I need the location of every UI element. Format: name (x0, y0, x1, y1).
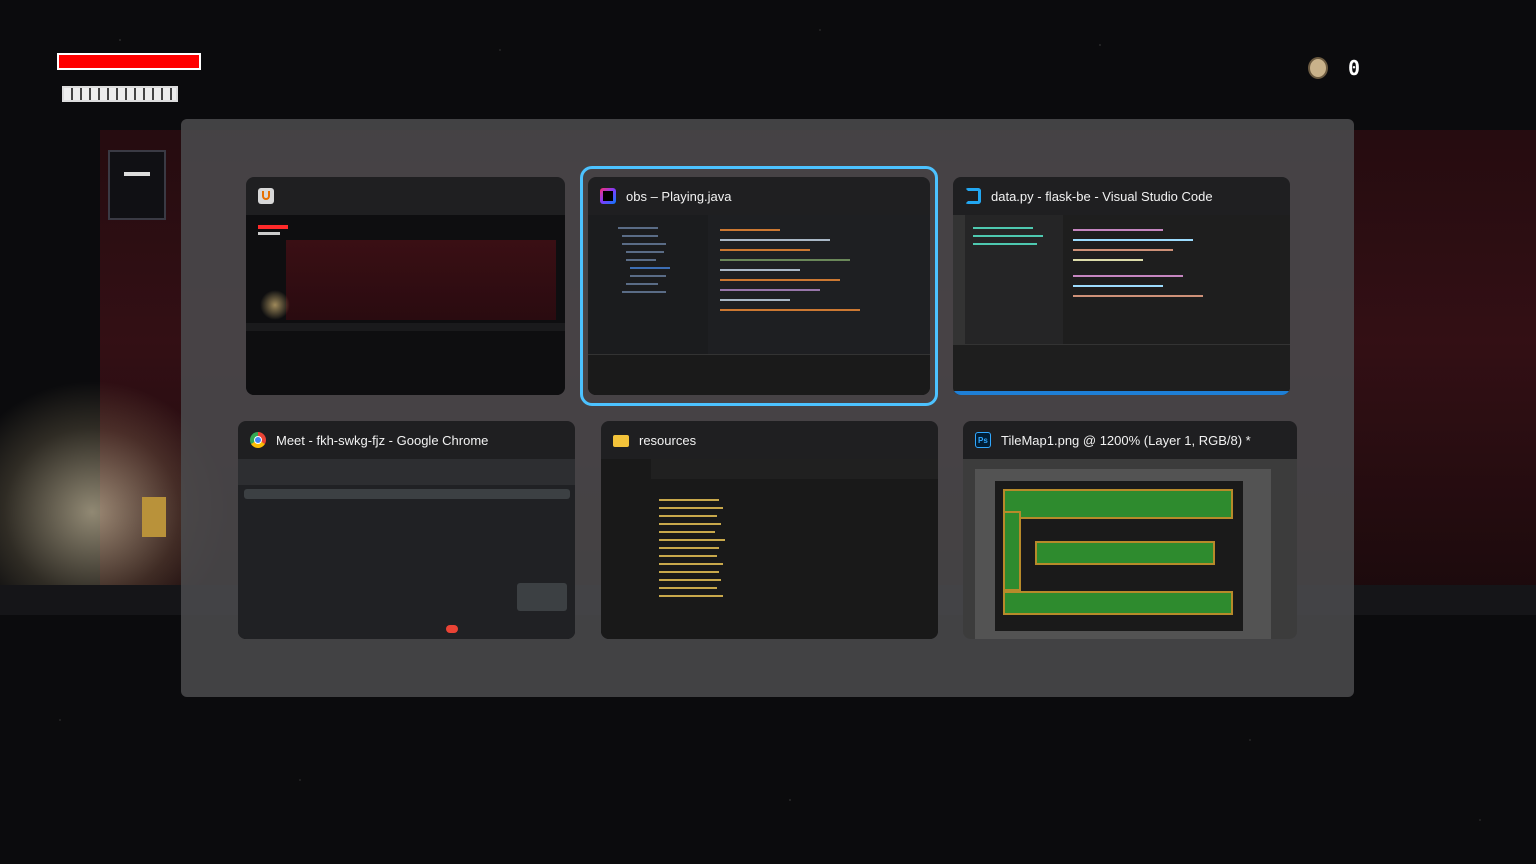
chrome-icon (250, 432, 266, 448)
player-sprite (142, 497, 166, 537)
window-title: Meet - fkh-swkg-fjz - Google Chrome (276, 432, 489, 448)
java-icon (258, 188, 274, 204)
window-title: obs – Playing.java (626, 188, 732, 204)
enemy-sprite (108, 150, 166, 220)
window-card-header: Ps TileMap1.png @ 1200% (Layer 1, RGB/8)… (963, 421, 1297, 459)
vscode-status-bar (953, 391, 1290, 395)
window-card-file-explorer[interactable]: resources (601, 421, 938, 639)
end-call-icon (446, 625, 458, 633)
window-title: TileMap1.png @ 1200% (Layer 1, RGB/8) * (1001, 432, 1251, 448)
health-bar (57, 53, 201, 70)
coin-counter: 0 (1348, 56, 1361, 80)
window-thumbnail (246, 215, 565, 395)
window-thumbnail (588, 215, 930, 395)
window-card-chrome-meet[interactable]: Meet - fkh-swkg-fjz - Google Chrome (238, 421, 575, 639)
window-card-header: obs – Playing.java (588, 177, 930, 215)
window-card-header: resources (601, 421, 938, 459)
intellij-icon (600, 188, 616, 204)
window-card-photoshop[interactable]: Ps TileMap1.png @ 1200% (Layer 1, RGB/8)… (963, 421, 1297, 639)
meet-controls (238, 615, 575, 639)
window-thumbnail (601, 459, 938, 639)
run-console (588, 354, 930, 395)
window-title: resources (639, 432, 697, 448)
window-card-header: data.py - flask-be - Visual Studio Code (953, 177, 1290, 215)
window-thumbnail (953, 215, 1290, 395)
vscode-terminal (953, 344, 1290, 395)
window-card-header (246, 177, 565, 215)
window-card-vscode[interactable]: data.py - flask-be - Visual Studio Code (953, 177, 1290, 395)
window-thumbnail (963, 459, 1297, 639)
photoshop-icon: Ps (975, 432, 991, 448)
window-title: data.py - flask-be - Visual Studio Code (991, 188, 1213, 204)
tilemap-canvas (995, 481, 1243, 631)
window-card-java-game[interactable] (246, 177, 565, 395)
navigation-pane (601, 459, 651, 639)
energy-bar (62, 86, 178, 102)
coin-icon (1308, 57, 1328, 79)
vscode-icon (965, 188, 981, 204)
window-card-intellij[interactable]: obs – Playing.java (588, 177, 930, 395)
chrome-tab-strip (238, 459, 575, 485)
window-thumbnail (238, 459, 575, 639)
folder-icon (613, 435, 629, 447)
window-card-header: Meet - fkh-swkg-fjz - Google Chrome (238, 421, 575, 459)
